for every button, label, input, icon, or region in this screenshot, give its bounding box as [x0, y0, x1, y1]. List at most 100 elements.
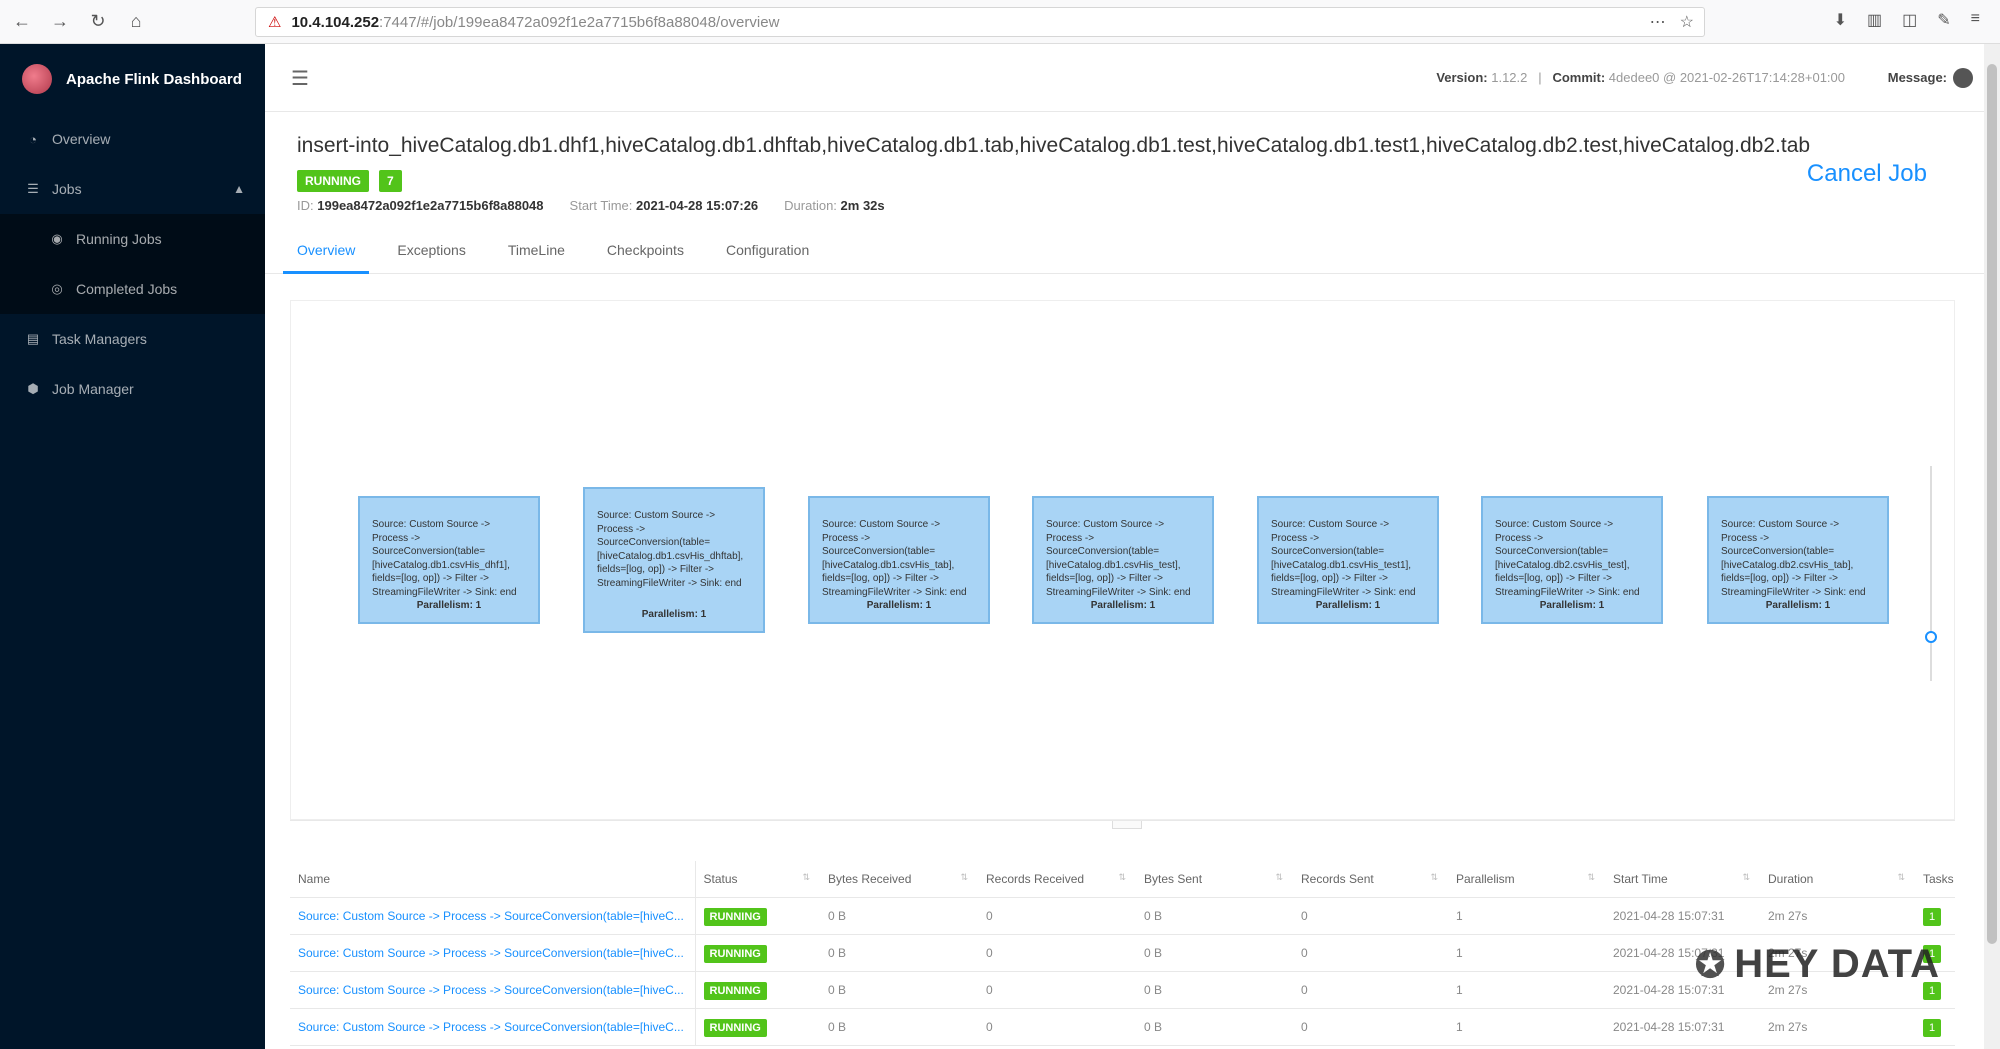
back-icon[interactable]: ← [6, 6, 38, 38]
node-parallelism: Parallelism: 1 [1539, 599, 1605, 611]
sidebar-item-completed-jobs[interactable]: ◎ Completed Jobs [0, 264, 265, 314]
graph-node[interactable]: Source: Custom Source -> Process -> Sour… [1707, 496, 1889, 624]
status-badge: RUNNING [703, 981, 767, 1000]
col-parallelism[interactable]: Parallelism ⇅ [1448, 861, 1605, 898]
status-badge: RUNNING [703, 1018, 767, 1037]
tab-exceptions[interactable]: Exceptions [397, 230, 465, 274]
table-header-row: Name Status ⇅ Bytes Received ⇅ Records Rec… [290, 861, 1955, 898]
graph-node[interactable]: Source: Custom Source -> Process -> Sour… [1481, 496, 1663, 624]
table-row[interactable]: Source: Custom Source -> Process -> Sour… [290, 897, 1955, 935]
vertex-name-link[interactable]: Source: Custom Source -> Process -> Sour… [290, 971, 696, 1009]
sidebar-item-jobs[interactable]: ☰ Jobs ▲ [0, 164, 265, 214]
task-badge: 1 [1923, 907, 1942, 926]
job-title: insert-into_hiveCatalog.db1.dhf1,hiveCat… [297, 134, 1811, 157]
col-tasks[interactable]: Tasks [1915, 861, 1955, 898]
job-id-label: ID: [297, 198, 314, 213]
top-header: ☰ Version: 1.12.2 | Commit: 4dedee0 @ 20… [265, 44, 1985, 112]
job-duration: Duration: 2m 32s [784, 198, 884, 213]
table-row[interactable]: Source: Custom Source -> Process -> Sour… [290, 1008, 1955, 1046]
download-icon[interactable]: ⬇ [1834, 10, 1847, 30]
play-circle-icon: ◉ [51, 231, 63, 246]
sort-icon: ⇅ [1587, 871, 1595, 882]
col-records-sent[interactable]: Records Sent ⇅ [1293, 861, 1448, 898]
sort-icon: ⇅ [1275, 871, 1283, 882]
col-duration[interactable]: Duration ⇅ [1760, 861, 1915, 898]
col-name[interactable]: Name [290, 861, 696, 898]
task-count-badge: 7 [379, 170, 402, 192]
job-meta: ID: 199ea8472a092f1e2a7715b6f8a88048 Sta… [297, 198, 885, 213]
start-time-value: 2021-04-28 15:07:26 [636, 198, 759, 213]
message-label[interactable]: Message: [1888, 70, 1947, 85]
sidebar-item-running-jobs[interactable]: ◉ Running Jobs [0, 214, 265, 264]
more-icon[interactable]: ⋯ [1650, 12, 1666, 32]
commit-label: Commit: [1552, 70, 1606, 85]
node-parallelism: Parallelism: 1 [866, 599, 932, 611]
check-circle-icon: ◎ [51, 281, 63, 296]
graph-node[interactable]: Source: Custom Source -> Process -> Sour… [358, 496, 540, 624]
col-records-received[interactable]: Records Received ⇅ [978, 861, 1136, 898]
commit-value: 4dedee0 @ 2021-02-26T17:14:28+01:00 [1608, 70, 1845, 85]
bookmark-star-icon[interactable]: ☆ [1680, 12, 1694, 32]
cancel-job-button[interactable]: Cancel Job [1807, 160, 1927, 188]
address-bar[interactable]: ⚠ 10.4.104.252 :7447/#/job/199ea8472a092… [255, 7, 1705, 37]
node-description: Source: Custom Source -> Process -> Sour… [1495, 519, 1640, 598]
start-time-label: Start Time: [569, 198, 633, 213]
dashboard-icon: ◔ [29, 131, 37, 147]
node-description: Source: Custom Source -> Process -> Sour… [822, 519, 967, 598]
node-description: Source: Custom Source -> Process -> Sour… [372, 519, 517, 598]
tab-overview[interactable]: Overview [282, 230, 370, 274]
graph-node[interactable]: Source: Custom Source -> Process -> Sour… [1257, 496, 1439, 624]
watermark-text: HEY DATA [1734, 942, 1940, 986]
sort-icon: ⇅ [802, 871, 810, 882]
sidebar-item-job-manager[interactable]: ⬢ Job Manager [0, 364, 265, 414]
reload-icon[interactable]: ↻ [82, 6, 114, 38]
vertex-name-link[interactable]: Source: Custom Source -> Process -> Sour… [290, 934, 696, 972]
col-status[interactable]: Status ⇅ [695, 861, 820, 898]
vertex-name-link[interactable]: Source: Custom Source -> Process -> Sour… [290, 897, 696, 935]
forward-icon[interactable]: → [44, 6, 76, 38]
col-bytes-received[interactable]: Bytes Received ⇅ [820, 861, 978, 898]
menu-icon[interactable]: ≡ [1971, 10, 1980, 30]
job-status-badge: RUNNING [297, 170, 369, 192]
node-parallelism: Parallelism: 1 [416, 599, 482, 611]
tab-checkpoints[interactable]: Checkpoints [607, 230, 684, 274]
graph-node[interactable]: Source: Custom Source -> Process -> Sour… [1032, 496, 1214, 624]
sidebar-item-task-managers[interactable]: ▤ Task Managers [0, 314, 265, 364]
job-id-value: 199ea8472a092f1e2a7715b6f8a88048 [317, 198, 544, 213]
sort-icon: ⇅ [1430, 871, 1438, 882]
duration-value: 2m 32s [840, 198, 885, 213]
zoom-slider[interactable] [1930, 466, 1932, 681]
sidebar-toggle-icon[interactable]: ◫ [1902, 10, 1917, 30]
message-badge-icon[interactable] [1953, 68, 1973, 88]
sidebar-item-label: Completed Jobs [76, 281, 178, 297]
job-header: insert-into_hiveCatalog.db1.dhf1,hiveCat… [265, 112, 1985, 274]
col-start-time[interactable]: Start Time ⇅ [1605, 861, 1760, 898]
version-info: Version: 1.12.2 | Commit: 4dedee0 @ 2021… [1436, 70, 1845, 85]
col-bytes-sent[interactable]: Bytes Sent ⇅ [1136, 861, 1293, 898]
url-host: 10.4.104.252 [291, 13, 380, 31]
resize-handle[interactable] [1112, 821, 1142, 829]
job-id: ID: 199ea8472a092f1e2a7715b6f8a88048 [297, 198, 544, 213]
vertex-name-link[interactable]: Source: Custom Source -> Process -> Sour… [290, 1008, 696, 1046]
sidebar-item-label: Overview [52, 131, 111, 147]
browser-toolbar: ← → ↻ ⌂ ⚠ 10.4.104.252 :7447/#/job/199ea… [0, 0, 2000, 44]
sidebar-item-overview[interactable]: ◔ Overview [0, 114, 265, 164]
graph-node[interactable]: Source: Custom Source -> Process -> Sour… [583, 487, 765, 633]
app-logo[interactable]: Apache Flink Dashboard [0, 44, 265, 114]
job-graph[interactable]: Source: Custom Source -> Process -> Sour… [290, 300, 1955, 820]
library-icon[interactable]: ▥ [1867, 10, 1882, 30]
menu-fold-icon[interactable]: ☰ [291, 66, 309, 91]
sort-icon: ⇅ [1897, 871, 1905, 882]
extension-icon[interactable]: ✎ [1937, 10, 1950, 30]
graph-node[interactable]: Source: Custom Source -> Process -> Sour… [808, 496, 990, 624]
page-scrollbar[interactable] [1984, 44, 2000, 1049]
zoom-slider-handle[interactable] [1925, 631, 1937, 643]
tab-configuration[interactable]: Configuration [726, 230, 809, 274]
sort-icon: ⇅ [1742, 871, 1750, 882]
home-icon[interactable]: ⌂ [120, 6, 152, 38]
tab-timeline[interactable]: TimeLine [508, 230, 565, 274]
node-parallelism: Parallelism: 1 [1315, 599, 1381, 611]
scrollbar-thumb[interactable] [1987, 64, 1997, 944]
sidebar-item-label: Running Jobs [76, 231, 162, 247]
node-parallelism: Parallelism: 1 [1090, 599, 1156, 611]
